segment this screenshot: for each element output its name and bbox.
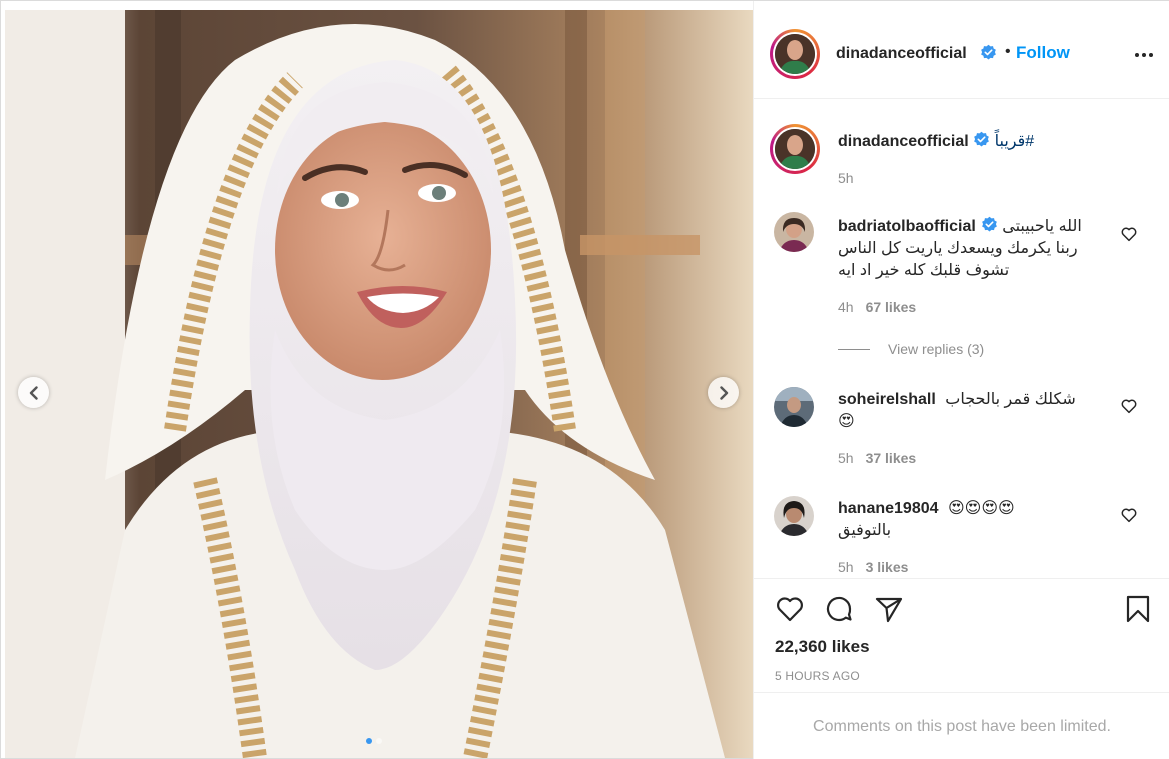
comment-text-line: ربنا يكرمك ويسعدك ياريت كل الناس	[838, 240, 1078, 257]
follow-button[interactable]: Follow	[1016, 43, 1070, 63]
comment-username[interactable]: hanane19804	[838, 500, 939, 517]
comment-text-line: تشوف قلبك كله خير اد ايه	[838, 262, 1010, 279]
post-likes-count[interactable]: 22,360 likes	[775, 637, 870, 657]
heart-icon[interactable]	[1120, 225, 1138, 243]
comment-meta: 4h 67 likes	[838, 299, 916, 315]
chevron-left-icon	[29, 385, 38, 400]
carousel-prev-button[interactable]	[18, 377, 49, 408]
author-username[interactable]: dinadanceofficial	[836, 45, 967, 63]
comment-time[interactable]: 5h	[838, 559, 854, 575]
comment-time[interactable]: 4h	[838, 299, 854, 315]
author-avatar[interactable]	[770, 29, 820, 79]
post-actions: 22,360 likes 5 HOURS AGO	[754, 578, 1169, 698]
comment-avatar[interactable]	[774, 387, 814, 427]
avatar-photo	[774, 387, 814, 427]
verified-badge-icon	[981, 216, 997, 232]
verified-badge-icon	[980, 44, 997, 66]
post-media[interactable]	[5, 10, 753, 758]
caption-avatar[interactable]	[770, 124, 820, 174]
post-timestamp[interactable]: 5 HOURS AGO	[775, 669, 860, 683]
view-replies-label: View replies (3)	[888, 341, 985, 357]
replies-divider	[838, 348, 870, 350]
comment-likes[interactable]: 67 likes	[866, 299, 917, 315]
header-separator: •	[1005, 43, 1011, 60]
verified-badge-icon	[974, 131, 990, 147]
comment-text-line: بالتوفيق	[838, 522, 892, 539]
post-side-panel: dinadanceofficial • Follow dinadanceoffi…	[753, 1, 1169, 759]
comment-icon[interactable]	[823, 593, 855, 625]
avatar-photo	[774, 212, 814, 252]
more-options-icon[interactable]	[1132, 45, 1156, 65]
post-photo	[5, 10, 753, 758]
caption-time[interactable]: 5h	[838, 170, 854, 186]
caption-username[interactable]: dinadanceofficial	[838, 133, 969, 150]
carousel-indicator	[366, 738, 382, 744]
comment-text-line: 😍	[838, 413, 855, 430]
caption-hashtag[interactable]: قريباً#	[995, 133, 1035, 150]
heart-icon[interactable]	[1120, 506, 1138, 524]
view-replies-button[interactable]: View replies (3)	[838, 341, 984, 357]
instagram-post: dinadanceofficial • Follow dinadanceoffi…	[0, 0, 1169, 759]
comment-text-line: شكلك قمر بالحجاب	[945, 391, 1076, 408]
comments-list[interactable]: dinadanceofficial قريباً# 5h badriatolba…	[754, 100, 1169, 578]
comment-avatar[interactable]	[774, 496, 814, 536]
comment-meta: 5h 37 likes	[838, 450, 916, 466]
carousel-dot	[376, 738, 382, 744]
comment-username[interactable]: soheirelshall	[838, 391, 936, 408]
comments-limited-notice: Comments on this post have been limited.	[754, 692, 1169, 759]
comment-text-line: الله ياحبيبتى	[1002, 218, 1082, 235]
carousel-next-button[interactable]	[708, 377, 739, 408]
post-header: dinadanceofficial • Follow	[754, 1, 1169, 99]
chevron-right-icon	[719, 385, 728, 400]
avatar-photo	[774, 496, 814, 536]
heart-icon[interactable]	[774, 593, 806, 625]
comment-avatar[interactable]	[774, 212, 814, 252]
comment-time[interactable]: 5h	[838, 450, 854, 466]
share-icon[interactable]	[873, 593, 905, 625]
avatar-photo	[775, 34, 815, 74]
comment-text-line: 😍😍😍😍	[947, 500, 1015, 517]
bookmark-icon[interactable]	[1122, 593, 1154, 625]
comment-meta: 5h 3 likes	[838, 559, 908, 575]
heart-icon[interactable]	[1120, 397, 1138, 415]
carousel-dot	[366, 738, 372, 744]
comment-username[interactable]: badriatolbaofficial	[838, 218, 976, 235]
avatar-photo	[775, 129, 815, 169]
comment-likes[interactable]: 37 likes	[866, 450, 917, 466]
comment-likes[interactable]: 3 likes	[866, 559, 909, 575]
